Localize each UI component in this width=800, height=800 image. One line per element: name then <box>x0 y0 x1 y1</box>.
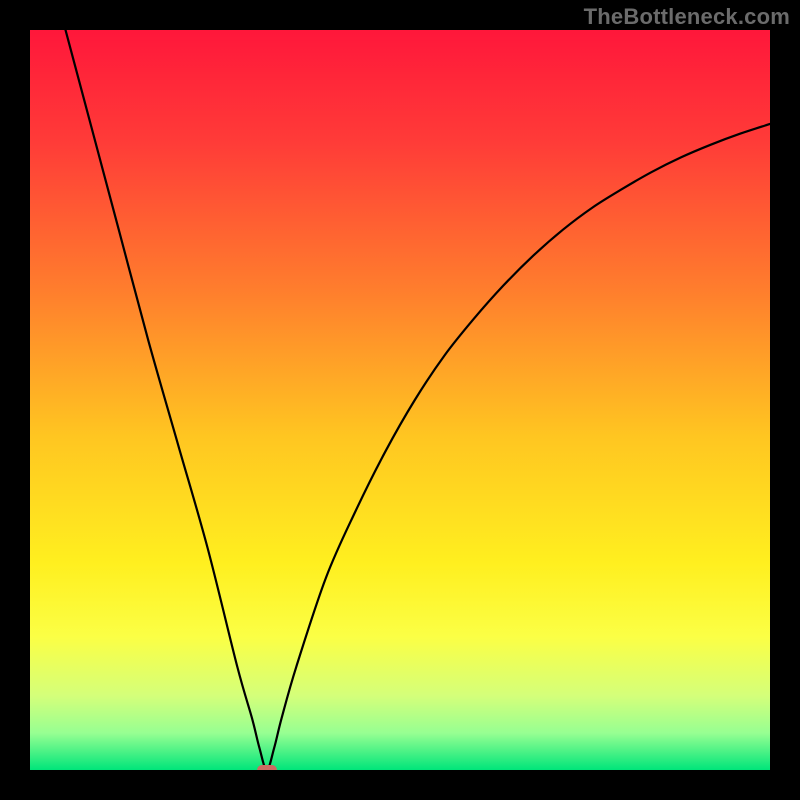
watermark-text: TheBottleneck.com <box>584 4 790 30</box>
chart-frame: TheBottleneck.com <box>0 0 800 800</box>
plot-area <box>30 30 770 770</box>
optimum-marker <box>257 765 277 770</box>
bottleneck-curve <box>30 30 770 770</box>
